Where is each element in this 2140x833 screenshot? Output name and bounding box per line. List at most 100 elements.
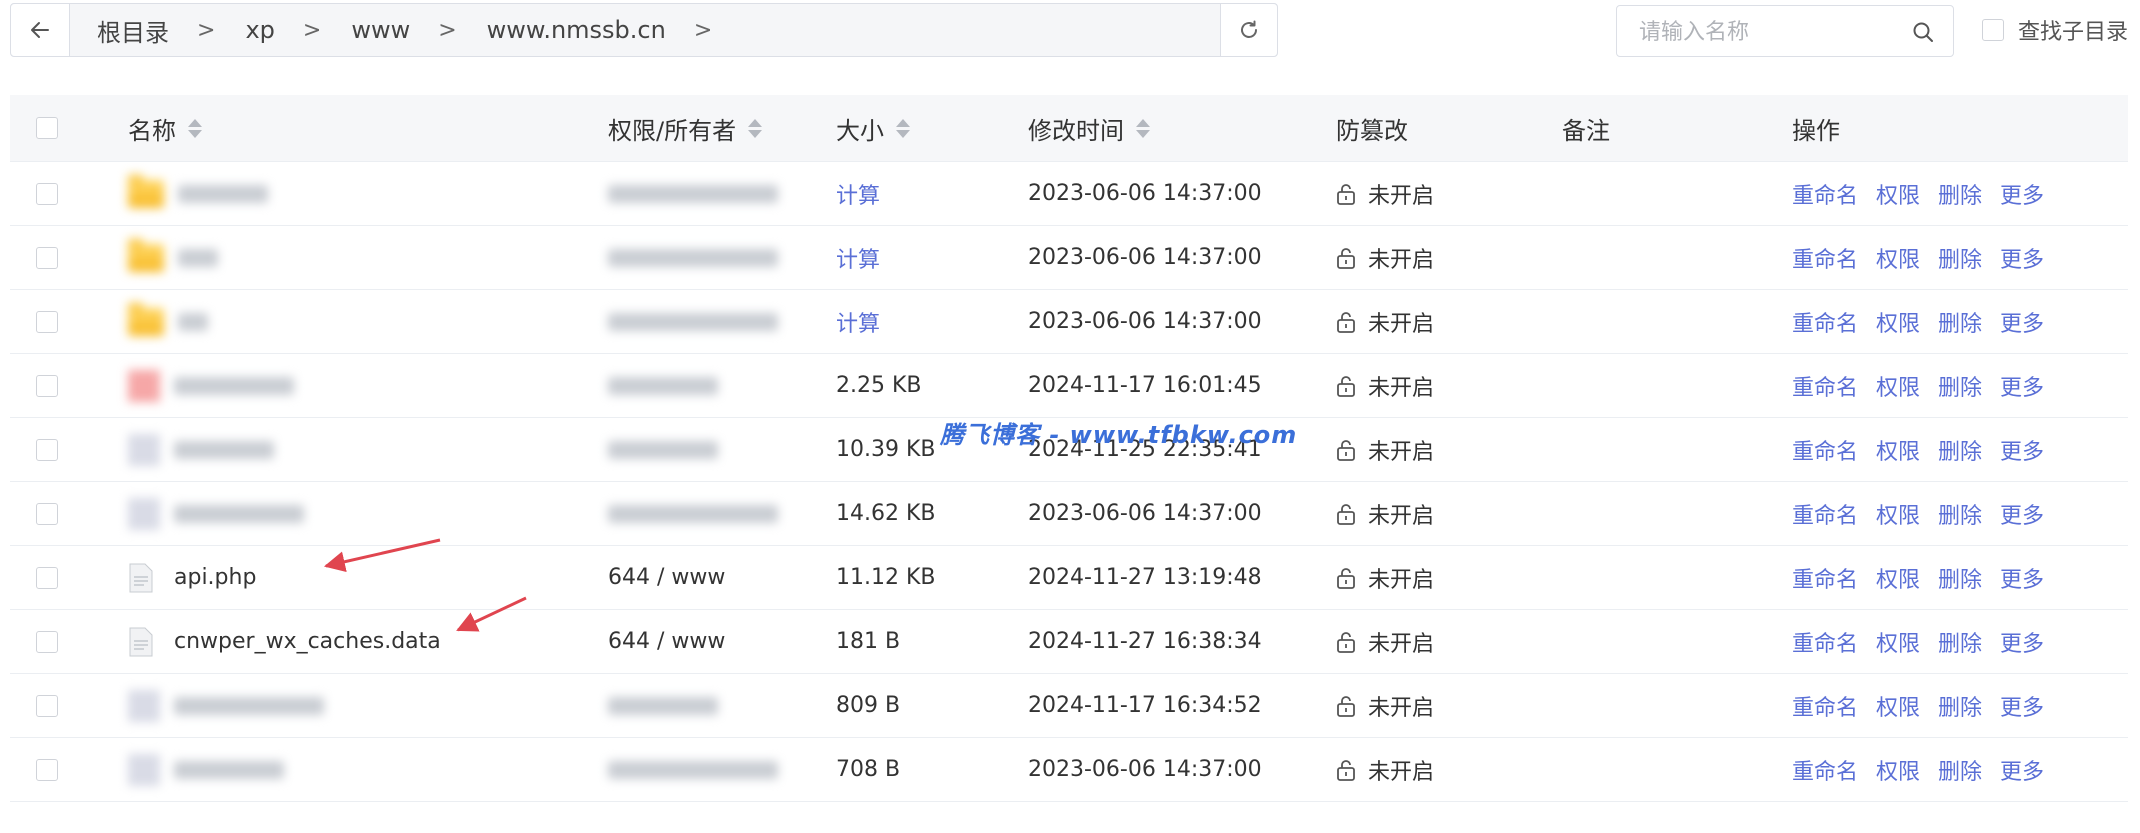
table-row[interactable]: api.php 644 / www 11.12 KB 2024-11-27 13… bbox=[10, 546, 2128, 610]
perm-owner[interactable] bbox=[608, 376, 718, 395]
breadcrumb-item-site[interactable]: www.nmssb.cn bbox=[487, 16, 666, 44]
row-checkbox[interactable] bbox=[36, 502, 58, 525]
table-row[interactable]: 计算 2023-06-06 14:37:00 未开启 重命名 权限 删除 更多 bbox=[10, 162, 2128, 226]
calc-size-link[interactable]: 计算 bbox=[836, 306, 880, 338]
header-name[interactable]: 名称 bbox=[128, 95, 202, 161]
table-row[interactable]: cnwper_wx_caches.data 644 / www 181 B 20… bbox=[10, 610, 2128, 674]
more-link[interactable]: 更多 bbox=[2000, 562, 2044, 594]
table-row[interactable]: 809 B 2024-11-17 16:34:52 未开启 重命名 权限 删除 … bbox=[10, 674, 2128, 738]
rename-link[interactable]: 重命名 bbox=[1792, 434, 1858, 466]
file-name[interactable] bbox=[128, 689, 324, 722]
tamper-toggle[interactable]: 未开启 bbox=[1336, 226, 1434, 289]
search-input[interactable] bbox=[1637, 16, 1901, 48]
file-name[interactable] bbox=[128, 433, 274, 466]
sort-icon[interactable] bbox=[896, 118, 910, 138]
perm-owner[interactable] bbox=[608, 248, 778, 267]
tamper-toggle[interactable]: 未开启 bbox=[1336, 354, 1434, 417]
perm-owner[interactable] bbox=[608, 312, 778, 331]
rename-link[interactable]: 重命名 bbox=[1792, 370, 1858, 402]
rename-link[interactable]: 重命名 bbox=[1792, 498, 1858, 530]
row-checkbox[interactable] bbox=[36, 374, 58, 397]
table-row[interactable]: 2.25 KB 2024-11-17 16:01:45 未开启 重命名 权限 删… bbox=[10, 354, 2128, 418]
select-all-checkbox[interactable] bbox=[36, 117, 58, 139]
breadcrumb-separator[interactable]: > bbox=[694, 18, 712, 43]
file-name[interactable] bbox=[128, 753, 284, 786]
permission-link[interactable]: 权限 bbox=[1876, 434, 1920, 466]
delete-link[interactable]: 删除 bbox=[1938, 754, 1982, 786]
subdir-search-option[interactable]: 查找子目录 bbox=[1982, 14, 2128, 46]
delete-link[interactable]: 删除 bbox=[1938, 562, 1982, 594]
tamper-toggle[interactable]: 未开启 bbox=[1336, 290, 1434, 353]
subdir-checkbox[interactable] bbox=[1982, 19, 2004, 41]
row-checkbox[interactable] bbox=[36, 246, 58, 269]
folder-name[interactable] bbox=[128, 174, 268, 208]
more-link[interactable]: 更多 bbox=[2000, 178, 2044, 210]
perm-owner[interactable] bbox=[608, 696, 718, 715]
permission-link[interactable]: 权限 bbox=[1876, 498, 1920, 530]
perm-owner[interactable] bbox=[608, 760, 778, 779]
calc-size-link[interactable]: 计算 bbox=[836, 242, 880, 274]
calc-size-link[interactable]: 计算 bbox=[836, 178, 880, 210]
rename-link[interactable]: 重命名 bbox=[1792, 242, 1858, 274]
delete-link[interactable]: 删除 bbox=[1938, 434, 1982, 466]
sort-icon[interactable] bbox=[1136, 118, 1150, 138]
row-checkbox[interactable] bbox=[36, 566, 58, 589]
refresh-button[interactable] bbox=[1220, 4, 1277, 56]
header-size[interactable]: 大小 bbox=[836, 95, 910, 161]
breadcrumb-item-www[interactable]: www bbox=[351, 16, 410, 44]
permission-link[interactable]: 权限 bbox=[1876, 370, 1920, 402]
tamper-toggle[interactable]: 未开启 bbox=[1336, 546, 1434, 609]
row-checkbox[interactable] bbox=[36, 182, 58, 205]
delete-link[interactable]: 删除 bbox=[1938, 690, 1982, 722]
permission-link[interactable]: 权限 bbox=[1876, 306, 1920, 338]
more-link[interactable]: 更多 bbox=[2000, 306, 2044, 338]
file-name[interactable] bbox=[128, 369, 294, 402]
table-row[interactable]: 14.62 KB 2023-06-06 14:37:00 未开启 重命名 权限 … bbox=[10, 482, 2128, 546]
breadcrumb-item-xp[interactable]: xp bbox=[245, 16, 274, 44]
folder-name[interactable] bbox=[128, 302, 208, 336]
tamper-toggle[interactable]: 未开启 bbox=[1336, 738, 1434, 801]
rename-link[interactable]: 重命名 bbox=[1792, 690, 1858, 722]
header-perm[interactable]: 权限/所有者 bbox=[608, 95, 763, 161]
file-name[interactable] bbox=[128, 497, 304, 530]
delete-link[interactable]: 删除 bbox=[1938, 306, 1982, 338]
row-checkbox[interactable] bbox=[36, 694, 58, 717]
delete-link[interactable]: 删除 bbox=[1938, 370, 1982, 402]
rename-link[interactable]: 重命名 bbox=[1792, 626, 1858, 658]
permission-link[interactable]: 权限 bbox=[1876, 626, 1920, 658]
permission-link[interactable]: 权限 bbox=[1876, 754, 1920, 786]
row-checkbox[interactable] bbox=[36, 758, 58, 781]
delete-link[interactable]: 删除 bbox=[1938, 498, 1982, 530]
rename-link[interactable]: 重命名 bbox=[1792, 306, 1858, 338]
tamper-toggle[interactable]: 未开启 bbox=[1336, 482, 1434, 545]
permission-link[interactable]: 权限 bbox=[1876, 178, 1920, 210]
breadcrumb-item-root[interactable]: 根目录 bbox=[97, 13, 169, 48]
folder-name[interactable] bbox=[128, 238, 218, 272]
header-mtime[interactable]: 修改时间 bbox=[1028, 95, 1150, 161]
perm-owner[interactable] bbox=[608, 184, 778, 203]
back-button[interactable] bbox=[11, 4, 70, 56]
row-checkbox[interactable] bbox=[36, 310, 58, 333]
rename-link[interactable]: 重命名 bbox=[1792, 754, 1858, 786]
perm-owner[interactable] bbox=[608, 440, 718, 459]
search-icon[interactable] bbox=[1911, 20, 1935, 44]
perm-owner[interactable]: 644 / www bbox=[608, 565, 725, 590]
delete-link[interactable]: 删除 bbox=[1938, 242, 1982, 274]
more-link[interactable]: 更多 bbox=[2000, 434, 2044, 466]
tamper-toggle[interactable]: 未开启 bbox=[1336, 674, 1434, 737]
rename-link[interactable]: 重命名 bbox=[1792, 178, 1858, 210]
table-row[interactable]: 708 B 2023-06-06 14:37:00 未开启 重命名 权限 删除 … bbox=[10, 738, 2128, 802]
more-link[interactable]: 更多 bbox=[2000, 754, 2044, 786]
table-row[interactable]: 计算 2023-06-06 14:37:00 未开启 重命名 权限 删除 更多 bbox=[10, 290, 2128, 354]
more-link[interactable]: 更多 bbox=[2000, 242, 2044, 274]
rename-link[interactable]: 重命名 bbox=[1792, 562, 1858, 594]
table-row[interactable]: 计算 2023-06-06 14:37:00 未开启 重命名 权限 删除 更多 bbox=[10, 226, 2128, 290]
row-checkbox[interactable] bbox=[36, 630, 58, 653]
perm-owner[interactable] bbox=[608, 504, 778, 523]
tamper-toggle[interactable]: 未开启 bbox=[1336, 162, 1434, 225]
row-checkbox[interactable] bbox=[36, 438, 58, 461]
permission-link[interactable]: 权限 bbox=[1876, 690, 1920, 722]
delete-link[interactable]: 删除 bbox=[1938, 178, 1982, 210]
tamper-toggle[interactable]: 未开启 bbox=[1336, 418, 1434, 481]
file-name[interactable]: cnwper_wx_caches.data bbox=[128, 627, 441, 657]
